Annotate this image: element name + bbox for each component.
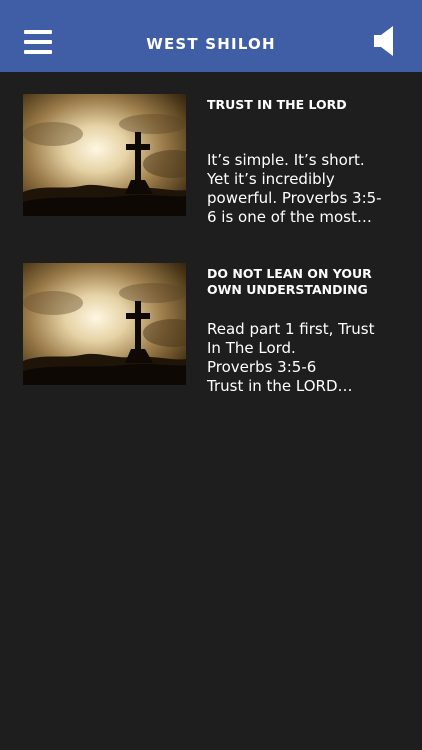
post-title[interactable]: TRUST IN THE LORD <box>207 97 400 129</box>
menu-bar <box>24 40 52 44</box>
post-text: DO NOT LEAN ON YOUR OWN UNDERSTANDING Re… <box>207 263 400 396</box>
speaker-icon[interactable] <box>374 26 396 56</box>
app-header: WEST SHILOH <box>0 0 422 72</box>
menu-bar <box>24 30 52 34</box>
post-item[interactable]: DO NOT LEAN ON YOUR OWN UNDERSTANDING Re… <box>0 263 422 396</box>
post-excerpt: Read part 1 first, Trust In The Lord. Pr… <box>207 320 375 395</box>
app-title: WEST SHILOH <box>146 35 276 53</box>
cross-at-sunset-image <box>23 263 186 385</box>
hamburger-menu-icon[interactable] <box>24 30 52 54</box>
post-title[interactable]: DO NOT LEAN ON YOUR OWN UNDERSTANDING <box>207 266 400 298</box>
post-item[interactable]: TRUST IN THE LORD It’s simple. It’s shor… <box>0 94 422 227</box>
speaker-icon-graphic <box>374 26 393 56</box>
menu-bar <box>24 50 52 54</box>
post-text: TRUST IN THE LORD It’s simple. It’s shor… <box>207 94 400 227</box>
cross-at-sunset-image <box>23 94 186 216</box>
post-excerpt: It’s simple. It’s short. Yet it’s incred… <box>207 151 382 226</box>
post-list: TRUST IN THE LORD It’s simple. It’s shor… <box>0 72 422 396</box>
